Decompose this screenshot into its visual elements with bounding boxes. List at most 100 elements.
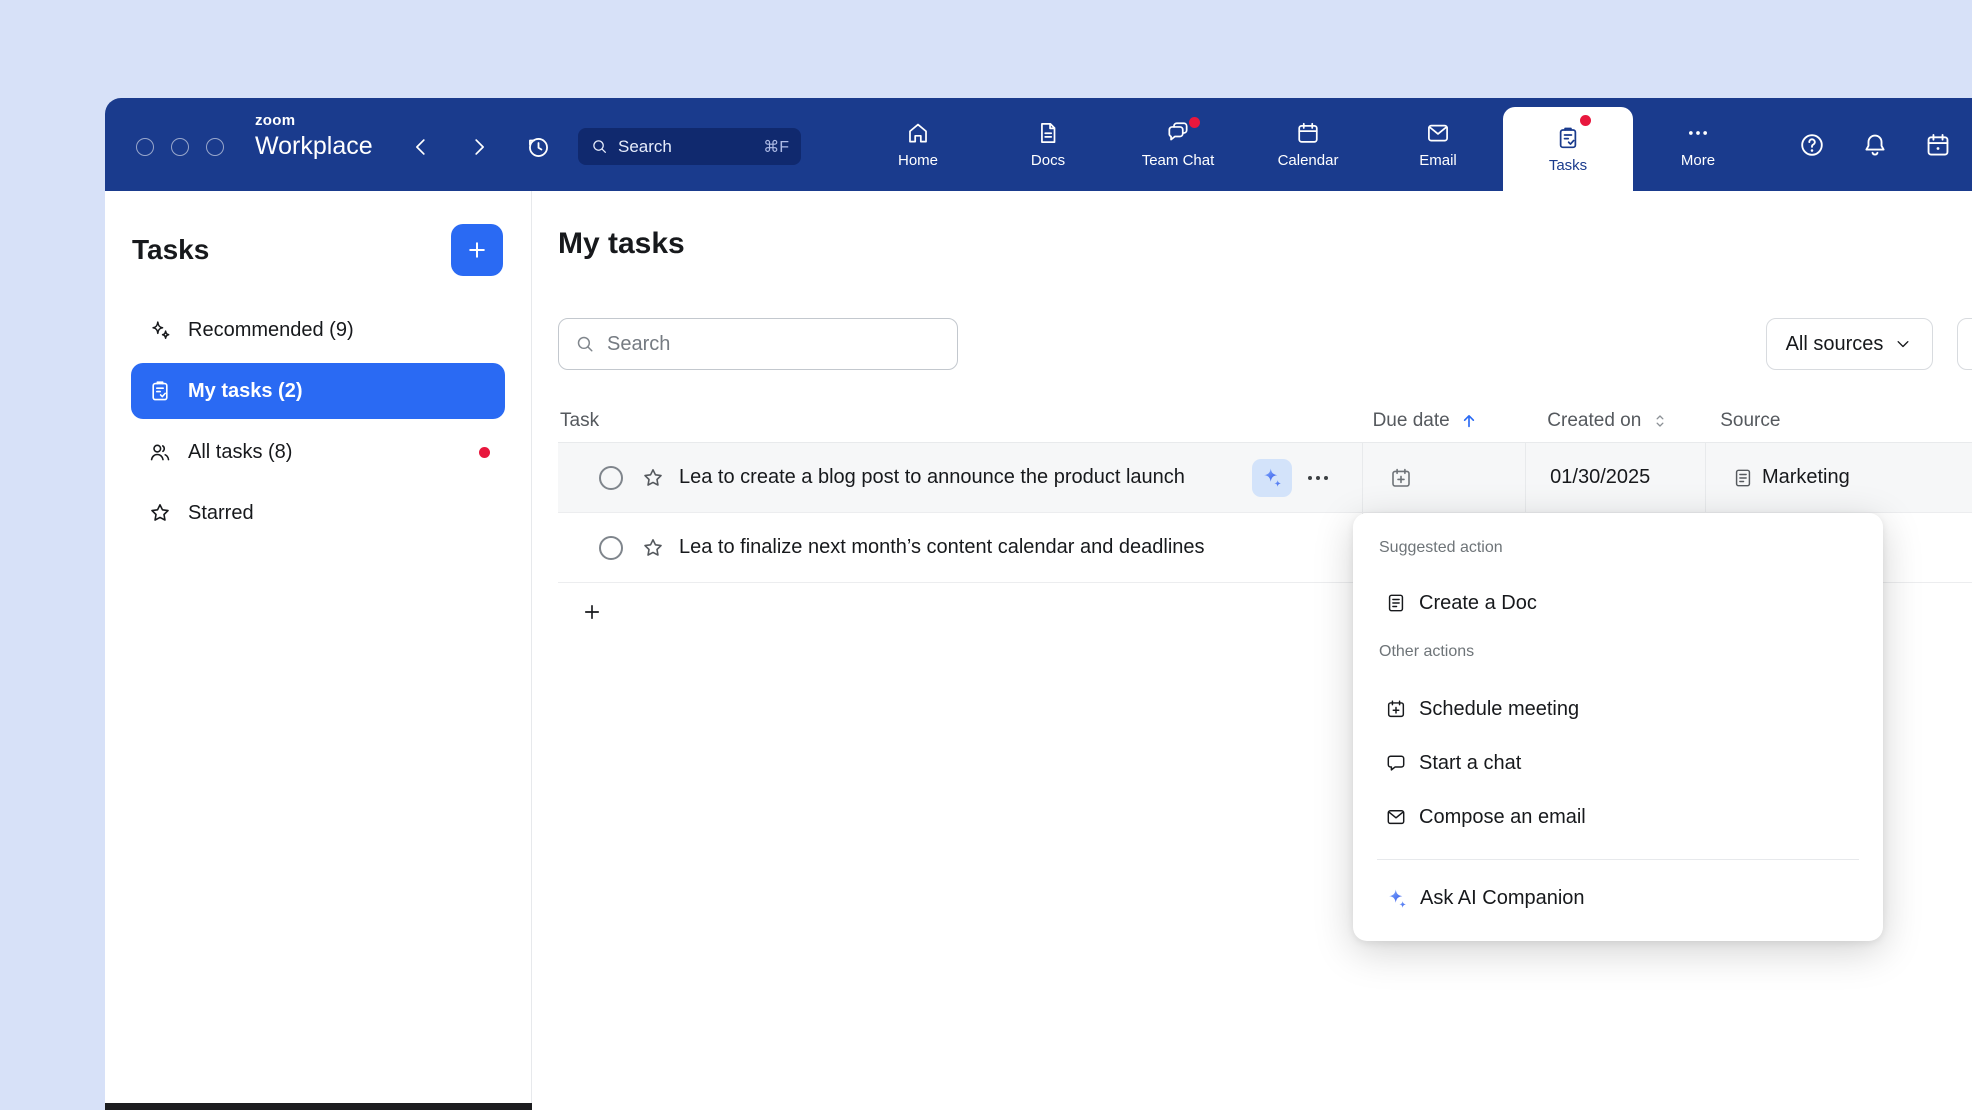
column-header-due-date[interactable]: Due date [1361, 410, 1524, 432]
help-button[interactable] [1795, 128, 1829, 162]
add-task-row-button[interactable] [577, 597, 607, 627]
bell-icon [1861, 131, 1889, 159]
nav-calendar-label: Calendar [1278, 152, 1339, 169]
zoom-workplace-window: zoom Workplace Search ⌘F Home [105, 98, 1972, 1110]
team-chat-icon [1165, 120, 1191, 146]
task-list-icon [148, 379, 172, 403]
help-icon [1798, 131, 1826, 159]
nav-more[interactable]: More [1633, 98, 1763, 191]
chevron-left-icon [408, 134, 434, 160]
column-header-due-label: Due date [1373, 410, 1450, 432]
menu-item-ask-ai-companion[interactable]: Ask AI Companion [1377, 870, 1859, 926]
calendar-widget-icon [1924, 131, 1952, 159]
back-button[interactable] [405, 131, 437, 163]
due-date-cell [1362, 443, 1525, 512]
sidebar-item-label: My tasks (2) [188, 380, 303, 403]
task-complete-checkbox[interactable] [599, 536, 623, 560]
row-more-actions-button[interactable] [1300, 460, 1336, 496]
nav-home-label: Home [898, 152, 938, 169]
page-title: My tasks [558, 227, 685, 261]
nav-tasks[interactable]: Tasks [1503, 107, 1633, 191]
column-header-created-on[interactable]: Created on [1523, 410, 1704, 432]
created-on-cell: 01/30/2025 [1525, 443, 1705, 512]
forward-button[interactable] [463, 131, 495, 163]
calendar-widget-button[interactable] [1921, 128, 1955, 162]
search-shortcut-hint: ⌘F [763, 137, 789, 157]
source-icon [1732, 467, 1754, 489]
star-icon[interactable] [641, 536, 665, 560]
sidebar-item-all-tasks[interactable]: All tasks (8) [131, 424, 505, 480]
column-header-source[interactable]: Source [1704, 410, 1972, 432]
top-bar-right-actions [1795, 98, 1955, 191]
sidebar-item-recommended[interactable]: Recommended (9) [131, 302, 505, 358]
task-search-input[interactable] [607, 333, 942, 356]
nav-docs[interactable]: Docs [983, 98, 1113, 191]
nav-team-chat[interactable]: Team Chat [1113, 98, 1243, 191]
sidebar-items: Recommended (9) My tasks (2) All tasks (… [105, 292, 531, 541]
sidebar-item-starred[interactable]: Starred [131, 485, 505, 541]
menu-item-compose-email[interactable]: Compose an email [1377, 789, 1859, 845]
ai-companion-button[interactable] [1252, 459, 1292, 497]
task-title: Lea to create a blog post to announce th… [679, 466, 1185, 489]
task-complete-checkbox[interactable] [599, 466, 623, 490]
plus-icon [581, 601, 603, 623]
more-icon [1685, 120, 1711, 146]
plus-icon [465, 238, 489, 262]
source-value: Marketing [1762, 466, 1850, 489]
add-task-button[interactable] [451, 224, 503, 276]
chevron-right-icon [466, 134, 492, 160]
history-button[interactable] [522, 131, 554, 163]
menu-item-start-chat[interactable]: Start a chat [1377, 735, 1859, 791]
team-chat-notification-dot [1189, 117, 1200, 128]
global-search-placeholder: Search [618, 137, 672, 157]
sources-filter-dropdown[interactable]: All sources [1766, 318, 1933, 370]
task-row[interactable]: Lea to create a blog post to announce th… [558, 443, 1972, 513]
sort-ascending-icon [1459, 411, 1479, 431]
menu-item-label: Compose an email [1419, 806, 1586, 829]
menu-item-label: Ask AI Companion [1420, 887, 1585, 910]
docs-icon [1035, 120, 1061, 146]
logo-workplace-text: Workplace [255, 133, 373, 161]
sort-updown-icon [1650, 411, 1670, 431]
created-on-value: 01/30/2025 [1550, 466, 1650, 489]
task-title: Lea to finalize next month’s content cal… [679, 536, 1205, 559]
menu-item-label: Schedule meeting [1419, 698, 1579, 721]
add-due-date-icon[interactable] [1389, 466, 1413, 490]
filter-button-partial[interactable] [1957, 318, 1972, 370]
column-header-source-label: Source [1720, 410, 1780, 432]
sidebar-item-label: All tasks (8) [188, 441, 292, 464]
nav-email[interactable]: Email [1373, 98, 1503, 191]
window-minimize-button[interactable] [171, 138, 189, 156]
nav-tasks-label: Tasks [1549, 157, 1587, 174]
menu-divider [1377, 859, 1859, 860]
task-search[interactable] [558, 318, 958, 370]
ai-sparkle-icon [1260, 466, 1283, 489]
window-close-button[interactable] [136, 138, 154, 156]
my-tasks-panel: My tasks All sources Task Due date Creat… [533, 191, 1972, 1110]
task-cell: Lea to create a blog post to announce th… [558, 443, 1362, 512]
home-icon [905, 120, 931, 146]
search-icon [574, 333, 596, 355]
column-header-task-label: Task [560, 410, 599, 432]
global-search[interactable]: Search ⌘F [578, 128, 801, 165]
notifications-button[interactable] [1858, 128, 1892, 162]
sidebar-item-my-tasks[interactable]: My tasks (2) [131, 363, 505, 419]
source-cell: Marketing [1705, 443, 1972, 512]
chat-bubble-icon [1385, 752, 1407, 774]
sparkles-icon [148, 318, 172, 342]
sidebar-item-label: Starred [188, 502, 254, 525]
menu-item-label: Start a chat [1419, 752, 1521, 775]
nav-home[interactable]: Home [853, 98, 983, 191]
sidebar-header: Tasks [105, 191, 531, 292]
window-zoom-button[interactable] [206, 138, 224, 156]
email-icon [1425, 120, 1451, 146]
nav-docs-label: Docs [1031, 152, 1065, 169]
sidebar-title: Tasks [132, 234, 209, 266]
menu-item-schedule-meeting[interactable]: Schedule meeting [1377, 681, 1859, 737]
column-header-task[interactable]: Task [558, 410, 1361, 432]
primary-navigation: Home Docs Team Chat Calendar Ema [853, 98, 1763, 191]
menu-section-label: Suggested action [1379, 539, 1503, 557]
menu-item-create-doc[interactable]: Create a Doc [1377, 575, 1859, 631]
nav-calendar[interactable]: Calendar [1243, 98, 1373, 191]
star-icon[interactable] [641, 466, 665, 490]
